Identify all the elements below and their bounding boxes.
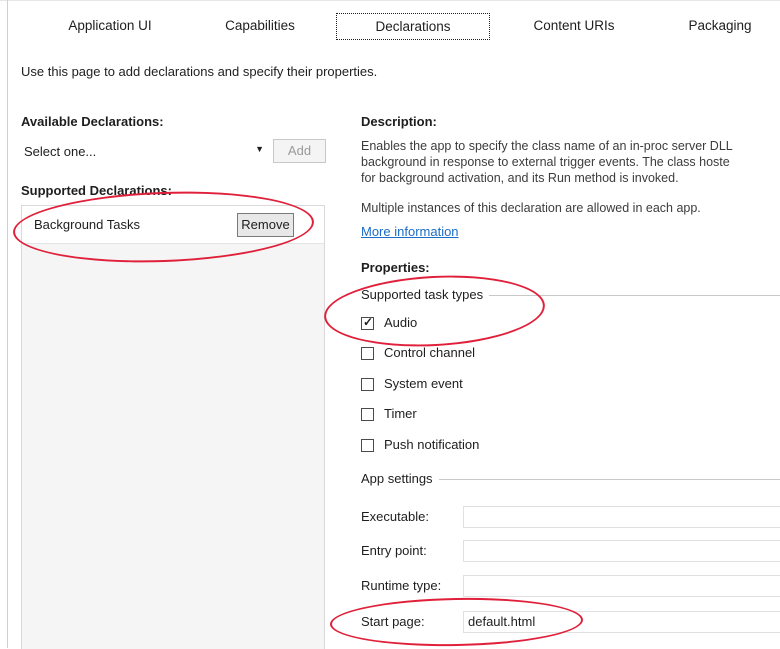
start-page-label: Start page:: [361, 614, 425, 629]
multiple-instances-text: Multiple instances of this declaration a…: [361, 201, 701, 215]
remove-button[interactable]: Remove: [237, 213, 294, 237]
add-button[interactable]: Add: [273, 139, 326, 163]
checkmark-icon: ✓: [363, 315, 374, 329]
dropdown-arrow-icon: ▼: [255, 144, 264, 154]
executable-label: Executable:: [361, 509, 429, 524]
checkbox-label: System event: [384, 376, 463, 391]
annotation-ellipse: [322, 270, 547, 352]
declaration-select-value: Select one...: [24, 144, 97, 159]
properties-heading: Properties:: [361, 260, 430, 275]
tab-declarations[interactable]: Declarations: [336, 13, 490, 40]
tab-content-uris[interactable]: Content URIs: [510, 14, 638, 38]
description-text: Enables the app to specify the class nam…: [361, 138, 780, 186]
checkbox-box[interactable]: [361, 347, 374, 360]
declaration-select[interactable]: Select one... ▼: [21, 140, 267, 164]
field-value: default.html: [468, 614, 536, 629]
tab-capabilities[interactable]: Capabilities: [198, 14, 322, 38]
executable-field[interactable]: [463, 506, 780, 528]
tab-packaging[interactable]: Packaging: [660, 14, 780, 38]
more-information-link[interactable]: More information: [361, 224, 459, 239]
checkbox-box[interactable]: [361, 378, 374, 391]
description-line: for background activation, and its Run m…: [361, 171, 679, 185]
runtime-type-field[interactable]: [463, 575, 780, 597]
checkbox-box[interactable]: [361, 408, 374, 421]
entry-point-label: Entry point:: [361, 543, 427, 558]
checkbox-label: Push notification: [384, 437, 480, 452]
intro-text: Use this page to add declarations and sp…: [21, 64, 378, 79]
checkbox-label: Timer: [384, 406, 417, 421]
description-line: background in response to external trigg…: [361, 155, 730, 169]
checkbox-label: Audio: [384, 315, 418, 330]
tab-application-ui[interactable]: Application UI: [46, 14, 174, 38]
entry-point-field[interactable]: [463, 540, 780, 562]
start-page-field[interactable]: default.html: [463, 611, 780, 633]
checkbox-box[interactable]: [361, 439, 374, 452]
left-border: [7, 0, 8, 648]
runtime-type-label: Runtime type:: [361, 578, 442, 593]
description-line: Enables the app to specify the class nam…: [361, 139, 733, 153]
app-settings-label: App settings: [361, 471, 439, 486]
available-declarations-heading: Available Declarations:: [21, 114, 164, 129]
list-item-label: Background Tasks: [34, 217, 140, 232]
checkbox-label: Control channel: [384, 345, 476, 360]
supported-declarations-heading: Supported Declarations:: [21, 183, 172, 198]
supported-declarations-list: Background Tasks Remove: [21, 205, 325, 649]
task-types-label: Supported task types: [361, 287, 490, 302]
description-heading: Description:: [361, 114, 437, 129]
tab-bar: Application UI Capabilities Declarations…: [0, 0, 780, 44]
list-item[interactable]: Background Tasks Remove: [22, 206, 324, 244]
checkbox-box[interactable]: ✓: [361, 315, 374, 330]
